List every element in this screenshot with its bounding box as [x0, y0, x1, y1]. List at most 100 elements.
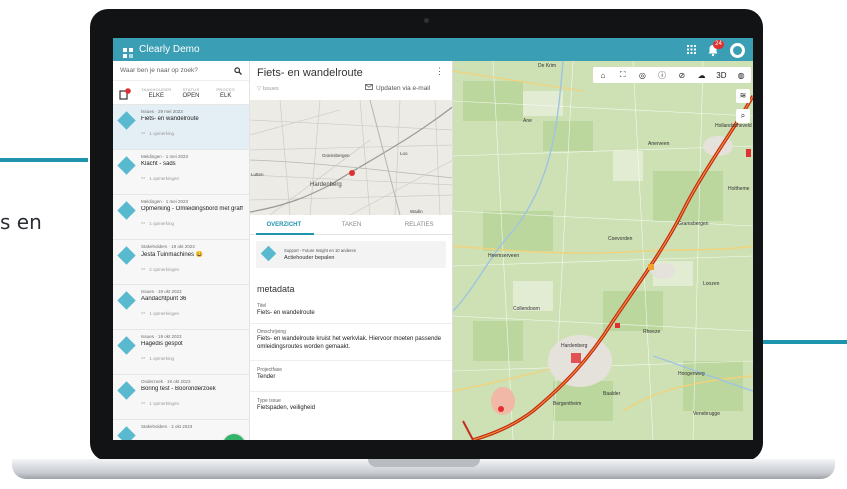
list-item-meta: Onderzoek · 19 okt 2023 — [141, 379, 191, 384]
mini-map-label: Hardenberg — [310, 182, 342, 188]
field-label: Projectfase — [257, 367, 283, 373]
locate-icon[interactable]: ◎ — [634, 71, 650, 80]
field-label: Omschrijving — [257, 329, 286, 335]
list-item-title: Boring test - Booronderzoek — [141, 386, 216, 392]
map-place-label: Hoogenweg — [678, 371, 705, 377]
mini-map-label: Gramsbergen — [322, 153, 350, 158]
info-icon[interactable]: ⓘ — [654, 70, 670, 81]
apps-grid-icon[interactable] — [687, 41, 696, 59]
tab-overzicht[interactable]: OVERZICHT — [250, 215, 318, 234]
comment-count: 1 opmerking — [149, 220, 175, 226]
filter-label: TAAKHOUDER — [141, 86, 172, 92]
issue-diamond-icon — [117, 291, 136, 310]
map-issue-marker[interactable] — [571, 353, 581, 363]
list-item-title: Jesta Tuinmachines 😀 — [141, 252, 204, 258]
field-value: Fiets- en wandelroute — [257, 310, 315, 316]
notification-count-badge: 24 — [713, 40, 724, 49]
field-divider — [250, 360, 452, 361]
app-bar-actions: 24 — [687, 40, 745, 59]
field-divider — [250, 391, 452, 392]
field-value: Tender — [257, 374, 276, 380]
globe-icon[interactable]: ◍ — [733, 71, 749, 80]
list-item[interactable]: Onderzoek · 19 okt 2023 Boring test - Bo… — [113, 375, 249, 420]
help-lifebuoy-icon[interactable] — [730, 42, 745, 58]
home-icon[interactable]: ⌂ — [595, 71, 611, 80]
list-item-comments: ▭ 1 opmerkingen — [141, 175, 243, 181]
list-item-title: Opmerking - Omleidingsbord met graffiti … — [141, 206, 243, 212]
list-item-comments: ▭ 1 opmerkingen — [141, 310, 243, 316]
grid-logo-icon[interactable] — [123, 45, 133, 58]
field-label: Type issue — [257, 398, 281, 404]
comment-icon: ▭ — [141, 130, 146, 135]
list-item-meta: Meldingen · 1 mei 2023 — [141, 154, 189, 159]
laptop-screen: Clearly Demo 24 Waar ben je naar op zoek… — [113, 38, 753, 440]
detail-title: Fiets- en wandelroute — [257, 67, 363, 79]
filter-taakhouder[interactable]: TAAKHOUDER ELKE — [139, 87, 174, 99]
activity-note[interactable]: Support - Future Insight en 10 anderen A… — [256, 241, 446, 268]
map-issue-marker[interactable] — [498, 406, 504, 412]
search-bar[interactable]: Waar ben je naar op zoek? — [113, 61, 249, 81]
notifications-bell-icon[interactable]: 24 — [706, 40, 724, 57]
map-issue-marker[interactable] — [648, 264, 654, 270]
issue-diamond-icon — [117, 156, 136, 175]
filter-status[interactable]: STATUS OPEN — [174, 87, 209, 99]
comment-icon: ▭ — [141, 175, 146, 180]
filter-icon[interactable] — [119, 87, 133, 100]
filter-value: ELKE — [148, 92, 164, 99]
map-place-label: Loozen — [703, 281, 720, 287]
filter-proces[interactable]: PROCES ELK — [208, 87, 243, 99]
filter-label: STATUS — [182, 86, 200, 92]
list-item-comments: ▭ 1 opmerkingen — [141, 400, 243, 406]
list-item[interactable]: Meldingen · 1 mei 2023 Opmerking - Omlei… — [113, 195, 249, 240]
laptop-notch — [368, 459, 480, 467]
map-place-label: Holtheme — [728, 186, 750, 192]
map-issue-marker[interactable] — [615, 323, 620, 328]
active-tab-indicator — [256, 233, 314, 235]
list-item[interactable]: Meldingen · 1 mei 2023 Klacht - sads ▭ 1 … — [113, 150, 249, 195]
search-input[interactable]: Waar ben je naar op zoek? — [120, 67, 234, 74]
fullscreen-icon[interactable]: ⛶ — [615, 70, 631, 80]
map-place-label: De Krim — [538, 63, 557, 69]
update-via-email-link[interactable]: Updaten via e-mail — [365, 84, 430, 92]
list-item[interactable]: Issues · 29 mei 2023 Fiets- en wandelrou… — [113, 105, 249, 150]
layers-icon[interactable]: ≋ — [736, 89, 750, 103]
map-issue-marker[interactable] — [746, 149, 751, 157]
map-search-icon[interactable]: ⌕ — [736, 109, 750, 123]
list-item-title: Hagedis gespot — [141, 341, 183, 347]
issue-diamond-icon — [117, 201, 136, 220]
more-options-icon[interactable]: ⋮ — [435, 66, 444, 77]
note-text: Actiehouder bepalen — [284, 255, 335, 261]
tab-taken[interactable]: TAKEN — [318, 215, 386, 234]
issues-list-panel: Waar ben je naar op zoek? TAAKHOUDER ELK… — [113, 61, 250, 440]
list-item[interactable]: Issues · 19 okt 2023 Aandachtpunt 36 ▭ 1 … — [113, 285, 249, 330]
hide-icon[interactable]: ⊘ — [674, 71, 690, 80]
list-item-meta: Stakeholders · 2 okt 2023 — [141, 424, 193, 429]
issue-location-marker[interactable] — [349, 170, 355, 176]
mini-map-label: Loo — [400, 151, 408, 156]
detail-mini-map[interactable]: Gramsbergen Loo Hardenberg Wadin Lutten — [250, 99, 452, 216]
mini-map-label: Wadin — [410, 209, 423, 214]
search-icon[interactable] — [234, 62, 242, 80]
cloud-icon[interactable]: ☁ — [694, 71, 710, 80]
main-map[interactable]: De Krim Hollandscheveld Ane Anerveen Hol… — [453, 61, 753, 440]
list-item-title: Aandachtpunt 36 — [141, 296, 187, 302]
map-place-label: Collendoorn — [513, 306, 540, 312]
list-item[interactable]: Stakeholders · 19 okt 2023 Jesta Tuinmac… — [113, 240, 249, 285]
map-place-label: Heemserveen — [488, 253, 520, 259]
comment-count: 1 opmerkingen — [149, 400, 180, 406]
list-item-meta: Issues · 29 mei 2023 — [141, 109, 183, 114]
3d-toggle-button[interactable]: 3D — [713, 71, 729, 80]
field-value: Fiets- en wandelroute kruist het werkvla… — [257, 336, 442, 350]
filter-bar: TAAKHOUDER ELKE STATUS OPEN PROCES ELK — [113, 81, 249, 105]
list-item[interactable]: Issues · 19 okt 2023 Hagedis gespot ▭ 1 o… — [113, 330, 249, 375]
app-title: Clearly Demo — [139, 44, 200, 55]
map-place-label: Bergentheim — [553, 401, 582, 407]
map-place-label: Baalder — [603, 391, 621, 397]
filter-value: ELK — [220, 92, 232, 99]
map-toolbar: ⌂ ⛶ ◎ ⓘ ⊘ ☁ 3D ◍ — [593, 67, 751, 83]
tab-relaties[interactable]: RELATIES — [385, 215, 452, 234]
note-author: Support - Future Insight en 10 anderen — [284, 248, 357, 253]
mail-icon — [365, 84, 373, 92]
issue-detail-panel: Fiets- en wandelroute ⋮ ▽ Issues Updaten… — [250, 61, 453, 440]
metadata-heading: metadata — [257, 284, 295, 294]
